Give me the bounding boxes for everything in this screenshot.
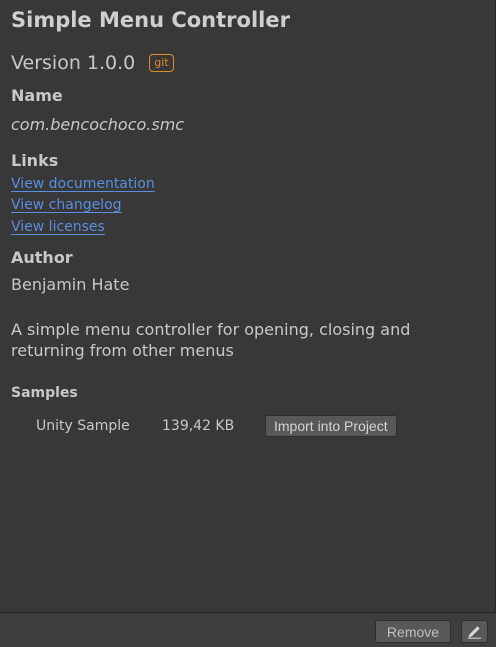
- version-row: Version 1.0.0 git: [11, 52, 174, 74]
- view-licenses-link[interactable]: View licenses: [11, 219, 105, 235]
- sample-size: 139,42 KB: [162, 418, 235, 434]
- sample-row: Unity Sample 139,42 KB Import into Proje…: [36, 414, 397, 438]
- edit-button[interactable]: [461, 620, 488, 643]
- remove-button[interactable]: Remove: [375, 620, 451, 643]
- package-details-content: Simple Menu Controller Version 1.0.0 git…: [0, 0, 496, 612]
- package-title: Simple Menu Controller: [11, 8, 290, 32]
- links-label: Links: [11, 151, 59, 170]
- import-into-project-button[interactable]: Import into Project: [265, 415, 397, 437]
- package-description: A simple menu controller for opening, cl…: [11, 320, 411, 360]
- sample-name: Unity Sample: [36, 418, 130, 434]
- package-details-panel: Simple Menu Controller Version 1.0.0 git…: [0, 0, 496, 647]
- samples-label: Samples: [11, 385, 78, 401]
- package-version: Version 1.0.0: [11, 52, 136, 74]
- author-label: Author: [11, 248, 73, 267]
- package-name-value: com.bencochoco.smc: [11, 115, 185, 134]
- footer-toolbar: Remove: [0, 612, 496, 647]
- pencil-icon: [467, 624, 482, 639]
- author-value: Benjamin Hate: [11, 275, 130, 294]
- name-label: Name: [11, 86, 63, 105]
- view-changelog-link[interactable]: View changelog: [11, 197, 122, 213]
- view-documentation-link[interactable]: View documentation: [11, 176, 155, 192]
- git-source-badge: git: [149, 54, 174, 72]
